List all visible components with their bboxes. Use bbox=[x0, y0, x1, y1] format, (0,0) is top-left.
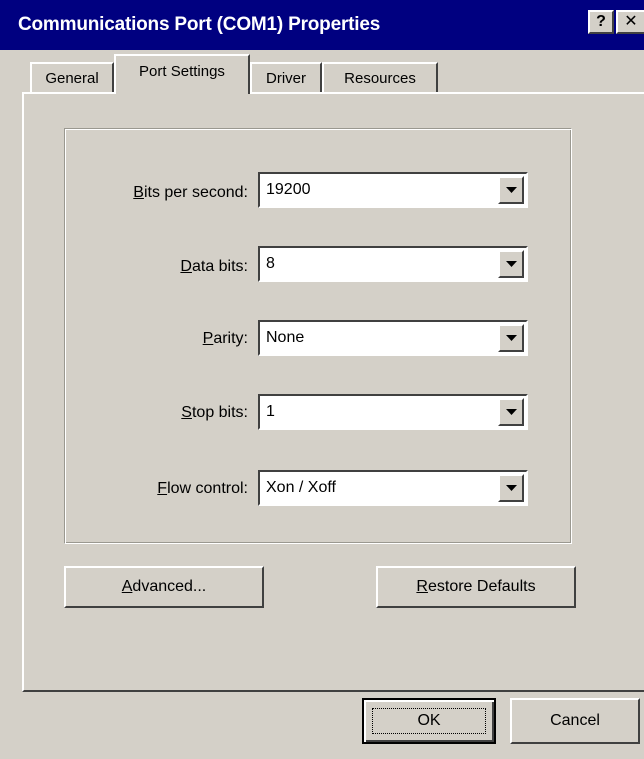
tab-driver[interactable]: Driver bbox=[250, 62, 322, 92]
chevron-down-icon bbox=[506, 261, 517, 267]
help-icon: ? bbox=[596, 13, 606, 30]
dropdown-button[interactable] bbox=[498, 324, 524, 352]
tab-label: General bbox=[45, 70, 99, 87]
dropdown-button[interactable] bbox=[498, 474, 524, 502]
parity-value: None bbox=[266, 329, 305, 346]
stop-bits-value: 1 bbox=[266, 403, 275, 420]
bits-per-second-label: Bits per second: bbox=[133, 184, 248, 201]
title-bar[interactable]: Communications Port (COM1) Properties ? … bbox=[0, 0, 644, 50]
cancel-button[interactable]: Cancel bbox=[510, 698, 640, 744]
tab-label: Resources bbox=[344, 70, 416, 87]
dropdown-button[interactable] bbox=[498, 398, 524, 426]
properties-dialog: Communications Port (COM1) Properties ? … bbox=[0, 0, 644, 759]
flow-control-value: Xon / Xoff bbox=[266, 479, 336, 496]
chevron-down-icon bbox=[506, 485, 517, 491]
ok-label: OK bbox=[417, 712, 441, 729]
stop-bits-select[interactable]: 1 bbox=[258, 394, 528, 430]
tab-port-settings[interactable]: Port Settings bbox=[114, 54, 250, 94]
flow-control-select[interactable]: Xon / Xoff bbox=[258, 470, 528, 506]
ok-button[interactable]: OK bbox=[362, 698, 496, 744]
stop-bits-label: Stop bits: bbox=[181, 404, 248, 421]
restore-defaults-button[interactable]: Restore Defaults bbox=[376, 566, 576, 608]
tab-general[interactable]: General bbox=[30, 62, 114, 92]
dropdown-button[interactable] bbox=[498, 250, 524, 278]
tab-label: Driver bbox=[266, 70, 306, 87]
close-icon: ✕ bbox=[624, 13, 638, 30]
cancel-label: Cancel bbox=[550, 712, 600, 729]
flow-control-label: Flow control: bbox=[157, 480, 248, 497]
parity-label: Parity: bbox=[202, 330, 248, 347]
data-bits-label: Data bits: bbox=[180, 258, 248, 275]
bits-per-second-select[interactable]: 19200 bbox=[258, 172, 528, 208]
chevron-down-icon bbox=[506, 409, 517, 415]
data-bits-value: 8 bbox=[266, 255, 275, 272]
chevron-down-icon bbox=[506, 335, 517, 341]
close-button[interactable]: ✕ bbox=[616, 10, 644, 34]
data-bits-select[interactable]: 8 bbox=[258, 246, 528, 282]
tab-resources[interactable]: Resources bbox=[322, 62, 438, 92]
advanced-button[interactable]: Advanced... bbox=[64, 566, 264, 608]
parity-select[interactable]: None bbox=[258, 320, 528, 356]
tab-label: Port Settings bbox=[139, 63, 225, 80]
bits-per-second-value: 19200 bbox=[266, 181, 311, 198]
dropdown-button[interactable] bbox=[498, 176, 524, 204]
window-title: Communications Port (COM1) Properties bbox=[18, 14, 381, 35]
help-button[interactable]: ? bbox=[588, 10, 614, 34]
chevron-down-icon bbox=[506, 187, 517, 193]
